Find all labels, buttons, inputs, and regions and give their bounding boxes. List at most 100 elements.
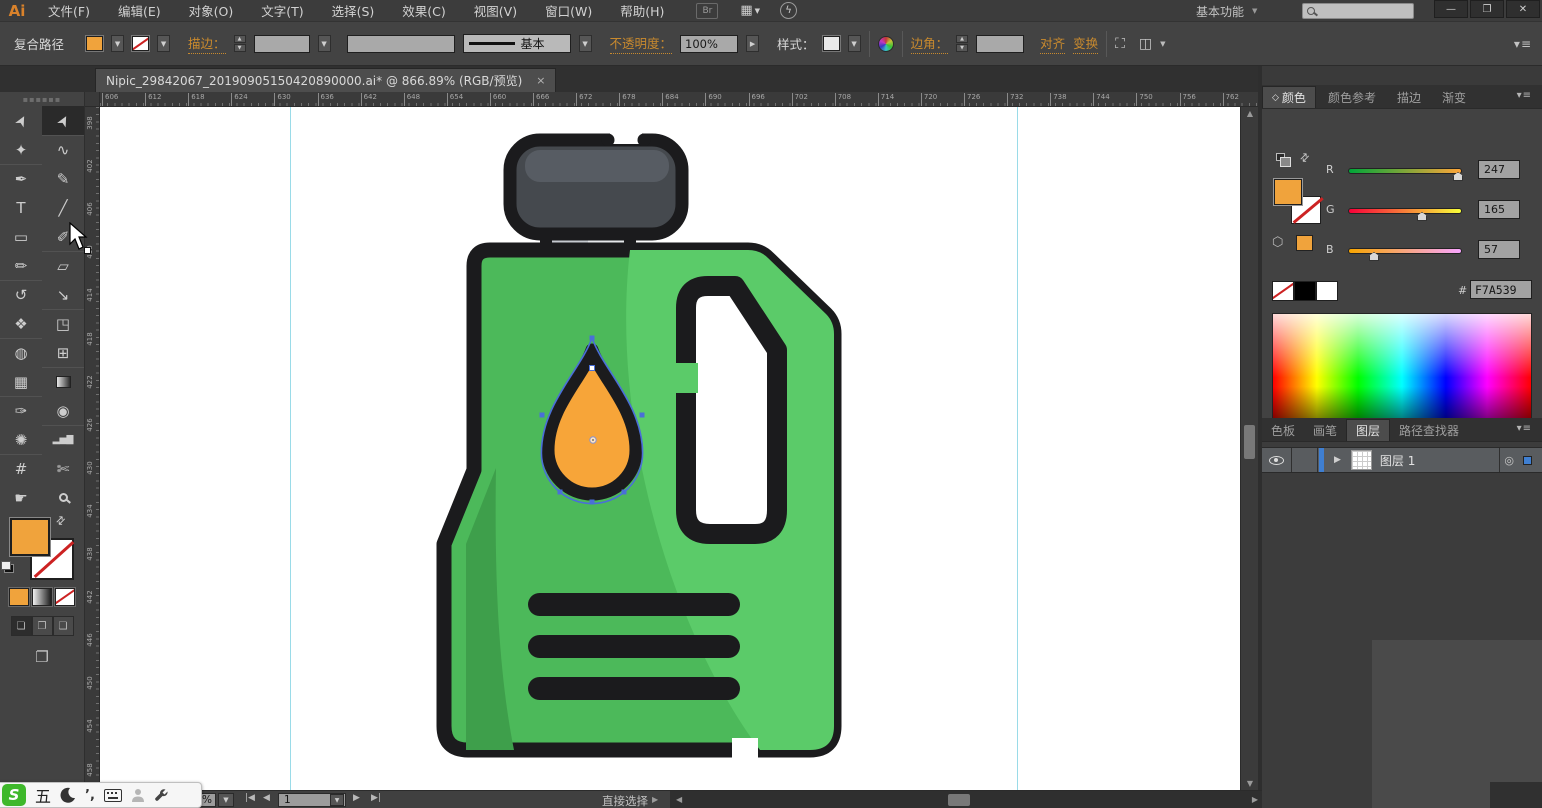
eyedropper-tool[interactable]: ✑ xyxy=(0,396,42,425)
corner-stepper[interactable]: ▲ ▼ xyxy=(956,35,969,52)
opacity-arrow[interactable]: ▶ xyxy=(746,35,760,52)
color-panel-menu-icon[interactable]: ▾≡ xyxy=(1517,90,1538,101)
draw-behind-button[interactable]: ❐ xyxy=(31,616,53,636)
transform-link[interactable]: 变换 xyxy=(1073,33,1099,54)
artboard-tool[interactable]: # xyxy=(0,454,42,483)
blue-slider[interactable] xyxy=(1348,248,1462,254)
line-tool[interactable]: ╱ xyxy=(42,193,84,222)
green-slider[interactable] xyxy=(1348,208,1462,214)
bridge-button[interactable]: Br xyxy=(696,2,719,19)
blend-tool[interactable]: ◉ xyxy=(42,396,84,425)
canister-cap[interactable] xyxy=(503,130,689,241)
black-swatch[interactable] xyxy=(1294,281,1316,301)
layer-thumbnail[interactable] xyxy=(1350,450,1372,470)
free-transform-tool[interactable]: ◳ xyxy=(42,309,84,338)
selection-indicator[interactable] xyxy=(1523,455,1532,465)
panel-tab[interactable]: 色板 xyxy=(1262,419,1305,441)
document-tab[interactable]: Nipic_29842067_20190905150420890000.ai* … xyxy=(95,68,557,92)
close-button[interactable]: ✕ xyxy=(1506,0,1540,18)
vertical-scroll-thumb[interactable] xyxy=(1244,425,1255,459)
arrange-documents-button[interactable]: ▦ ▼ xyxy=(740,3,760,18)
panel-fill-swatch[interactable] xyxy=(1273,178,1303,206)
fill-swatch[interactable] xyxy=(9,517,51,557)
scroll-down-icon[interactable]: ▼ xyxy=(1241,779,1259,788)
brush-dropdown-arrow[interactable]: ▼ xyxy=(578,35,592,52)
menu-item[interactable]: 编辑(E) xyxy=(104,0,175,21)
first-artboard-icon[interactable]: |◀ xyxy=(245,793,255,803)
control-panel-menu-icon[interactable]: ▾≡ xyxy=(1514,37,1532,51)
opacity-field[interactable]: 100% xyxy=(680,34,739,53)
column-graph-tool[interactable]: ▂▅▇ xyxy=(42,425,84,454)
zoom-dropdown-arrow[interactable]: ▼ xyxy=(218,793,234,807)
close-tab-icon[interactable]: × xyxy=(536,74,545,87)
vertical-ruler[interactable]: 3984024064104144184224264304344384424464… xyxy=(85,107,100,790)
menu-item[interactable]: 对象(O) xyxy=(175,0,248,21)
ime-mode-label[interactable]: 五 xyxy=(35,783,51,807)
red-value-field[interactable]: 247 xyxy=(1478,160,1520,179)
search-input[interactable] xyxy=(1302,3,1414,19)
label-stripes[interactable] xyxy=(528,593,740,700)
rotate-tool[interactable]: ↺ xyxy=(0,280,42,309)
menu-item[interactable]: 选择(S) xyxy=(318,0,389,21)
screen-mode-button[interactable]: ❐ xyxy=(0,648,84,666)
panel-grip[interactable]: ▪▪▪▪▪▪ xyxy=(0,92,84,106)
next-artboard-icon[interactable]: ▶ xyxy=(353,793,360,803)
horizontal-scrollbar[interactable]: ▶ ◀ ▶ xyxy=(652,791,1262,808)
magic-wand-tool[interactable]: ✦ xyxy=(0,135,42,164)
corner-field[interactable] xyxy=(976,34,1025,53)
width-profile-dropdown[interactable] xyxy=(346,34,455,53)
panel-tab[interactable]: 画笔 xyxy=(1304,419,1347,441)
none-swatch[interactable] xyxy=(1272,281,1294,301)
brush-definition-dropdown[interactable]: 基本 xyxy=(462,34,571,53)
panel-tab[interactable]: 描边 xyxy=(1384,86,1430,108)
keyboard-icon[interactable] xyxy=(103,788,122,802)
artboard-dropdown-arrow[interactable]: ▼ xyxy=(330,794,344,806)
scroll-up-icon[interactable]: ▲ xyxy=(1241,109,1259,118)
blue-value-field[interactable]: 57 xyxy=(1478,240,1520,259)
scroll-right-icon[interactable]: ▶ xyxy=(1252,795,1258,804)
gradient-button[interactable] xyxy=(31,587,53,607)
white-swatch[interactable] xyxy=(1316,281,1338,301)
pen-tool[interactable]: ✒ xyxy=(0,164,42,193)
perspective-grid-tool[interactable]: ⊞ xyxy=(42,338,84,367)
panel-tab[interactable]: 图层 xyxy=(1346,419,1391,441)
stroke-color-swatch[interactable] xyxy=(131,35,151,52)
stroke-weight-dropdown[interactable]: ▼ xyxy=(317,35,331,52)
fill-color-swatch[interactable] xyxy=(85,35,105,52)
style-swatch[interactable] xyxy=(821,35,841,52)
menu-item[interactable]: 视图(V) xyxy=(460,0,531,21)
menu-item[interactable]: 文件(F) xyxy=(34,0,104,21)
select-similar-icon[interactable]: ◫ xyxy=(1139,36,1152,52)
red-slider[interactable] xyxy=(1348,168,1462,174)
direct-selection-tool[interactable]: ➤ xyxy=(42,106,84,135)
target-circle-icon[interactable]: ◎ xyxy=(1504,454,1514,467)
prev-artboard-icon[interactable]: ◀ xyxy=(263,793,270,803)
hex-value-field[interactable]: F7A539 xyxy=(1470,280,1532,299)
gradient-tool[interactable] xyxy=(42,367,84,396)
menu-item[interactable]: 效果(C) xyxy=(388,0,459,21)
horizontal-scroll-thumb[interactable] xyxy=(948,794,970,806)
corner-link[interactable]: 边角： xyxy=(910,33,949,54)
stroke-panel-link[interactable]: 描边： xyxy=(188,33,226,54)
selection-tool[interactable]: ➤ xyxy=(0,106,42,135)
stroke-weight-field[interactable] xyxy=(253,34,310,53)
rectangle-tool[interactable]: ▭ xyxy=(0,222,42,251)
slice-tool[interactable]: ✄ xyxy=(42,454,84,483)
layer-name[interactable]: 图层 1 xyxy=(1380,452,1415,469)
wrench-icon[interactable] xyxy=(154,788,169,803)
moon-icon[interactable] xyxy=(60,787,76,803)
fill-dropdown-arrow[interactable]: ▼ xyxy=(111,35,125,52)
recolor-artwork-icon[interactable] xyxy=(877,35,894,52)
sogou-logo[interactable]: S xyxy=(2,784,26,806)
draw-inside-button[interactable]: ❑ xyxy=(52,616,74,636)
visibility-cell[interactable] xyxy=(1262,448,1292,472)
color-button[interactable] xyxy=(8,587,30,607)
chevron-down-icon[interactable]: ▼ xyxy=(1160,40,1165,48)
align-link[interactable]: 对齐 xyxy=(1040,33,1066,54)
workspace-switcher[interactable]: 基本功能 ▼ xyxy=(1196,0,1257,22)
restore-button[interactable]: ❐ xyxy=(1470,0,1504,18)
green-value-field[interactable]: 165 xyxy=(1478,200,1520,219)
punctuation-icon[interactable]: ’, xyxy=(85,788,95,803)
minimize-button[interactable]: — xyxy=(1434,0,1468,18)
vertical-scrollbar[interactable]: ▲ ▼ xyxy=(1240,107,1258,790)
